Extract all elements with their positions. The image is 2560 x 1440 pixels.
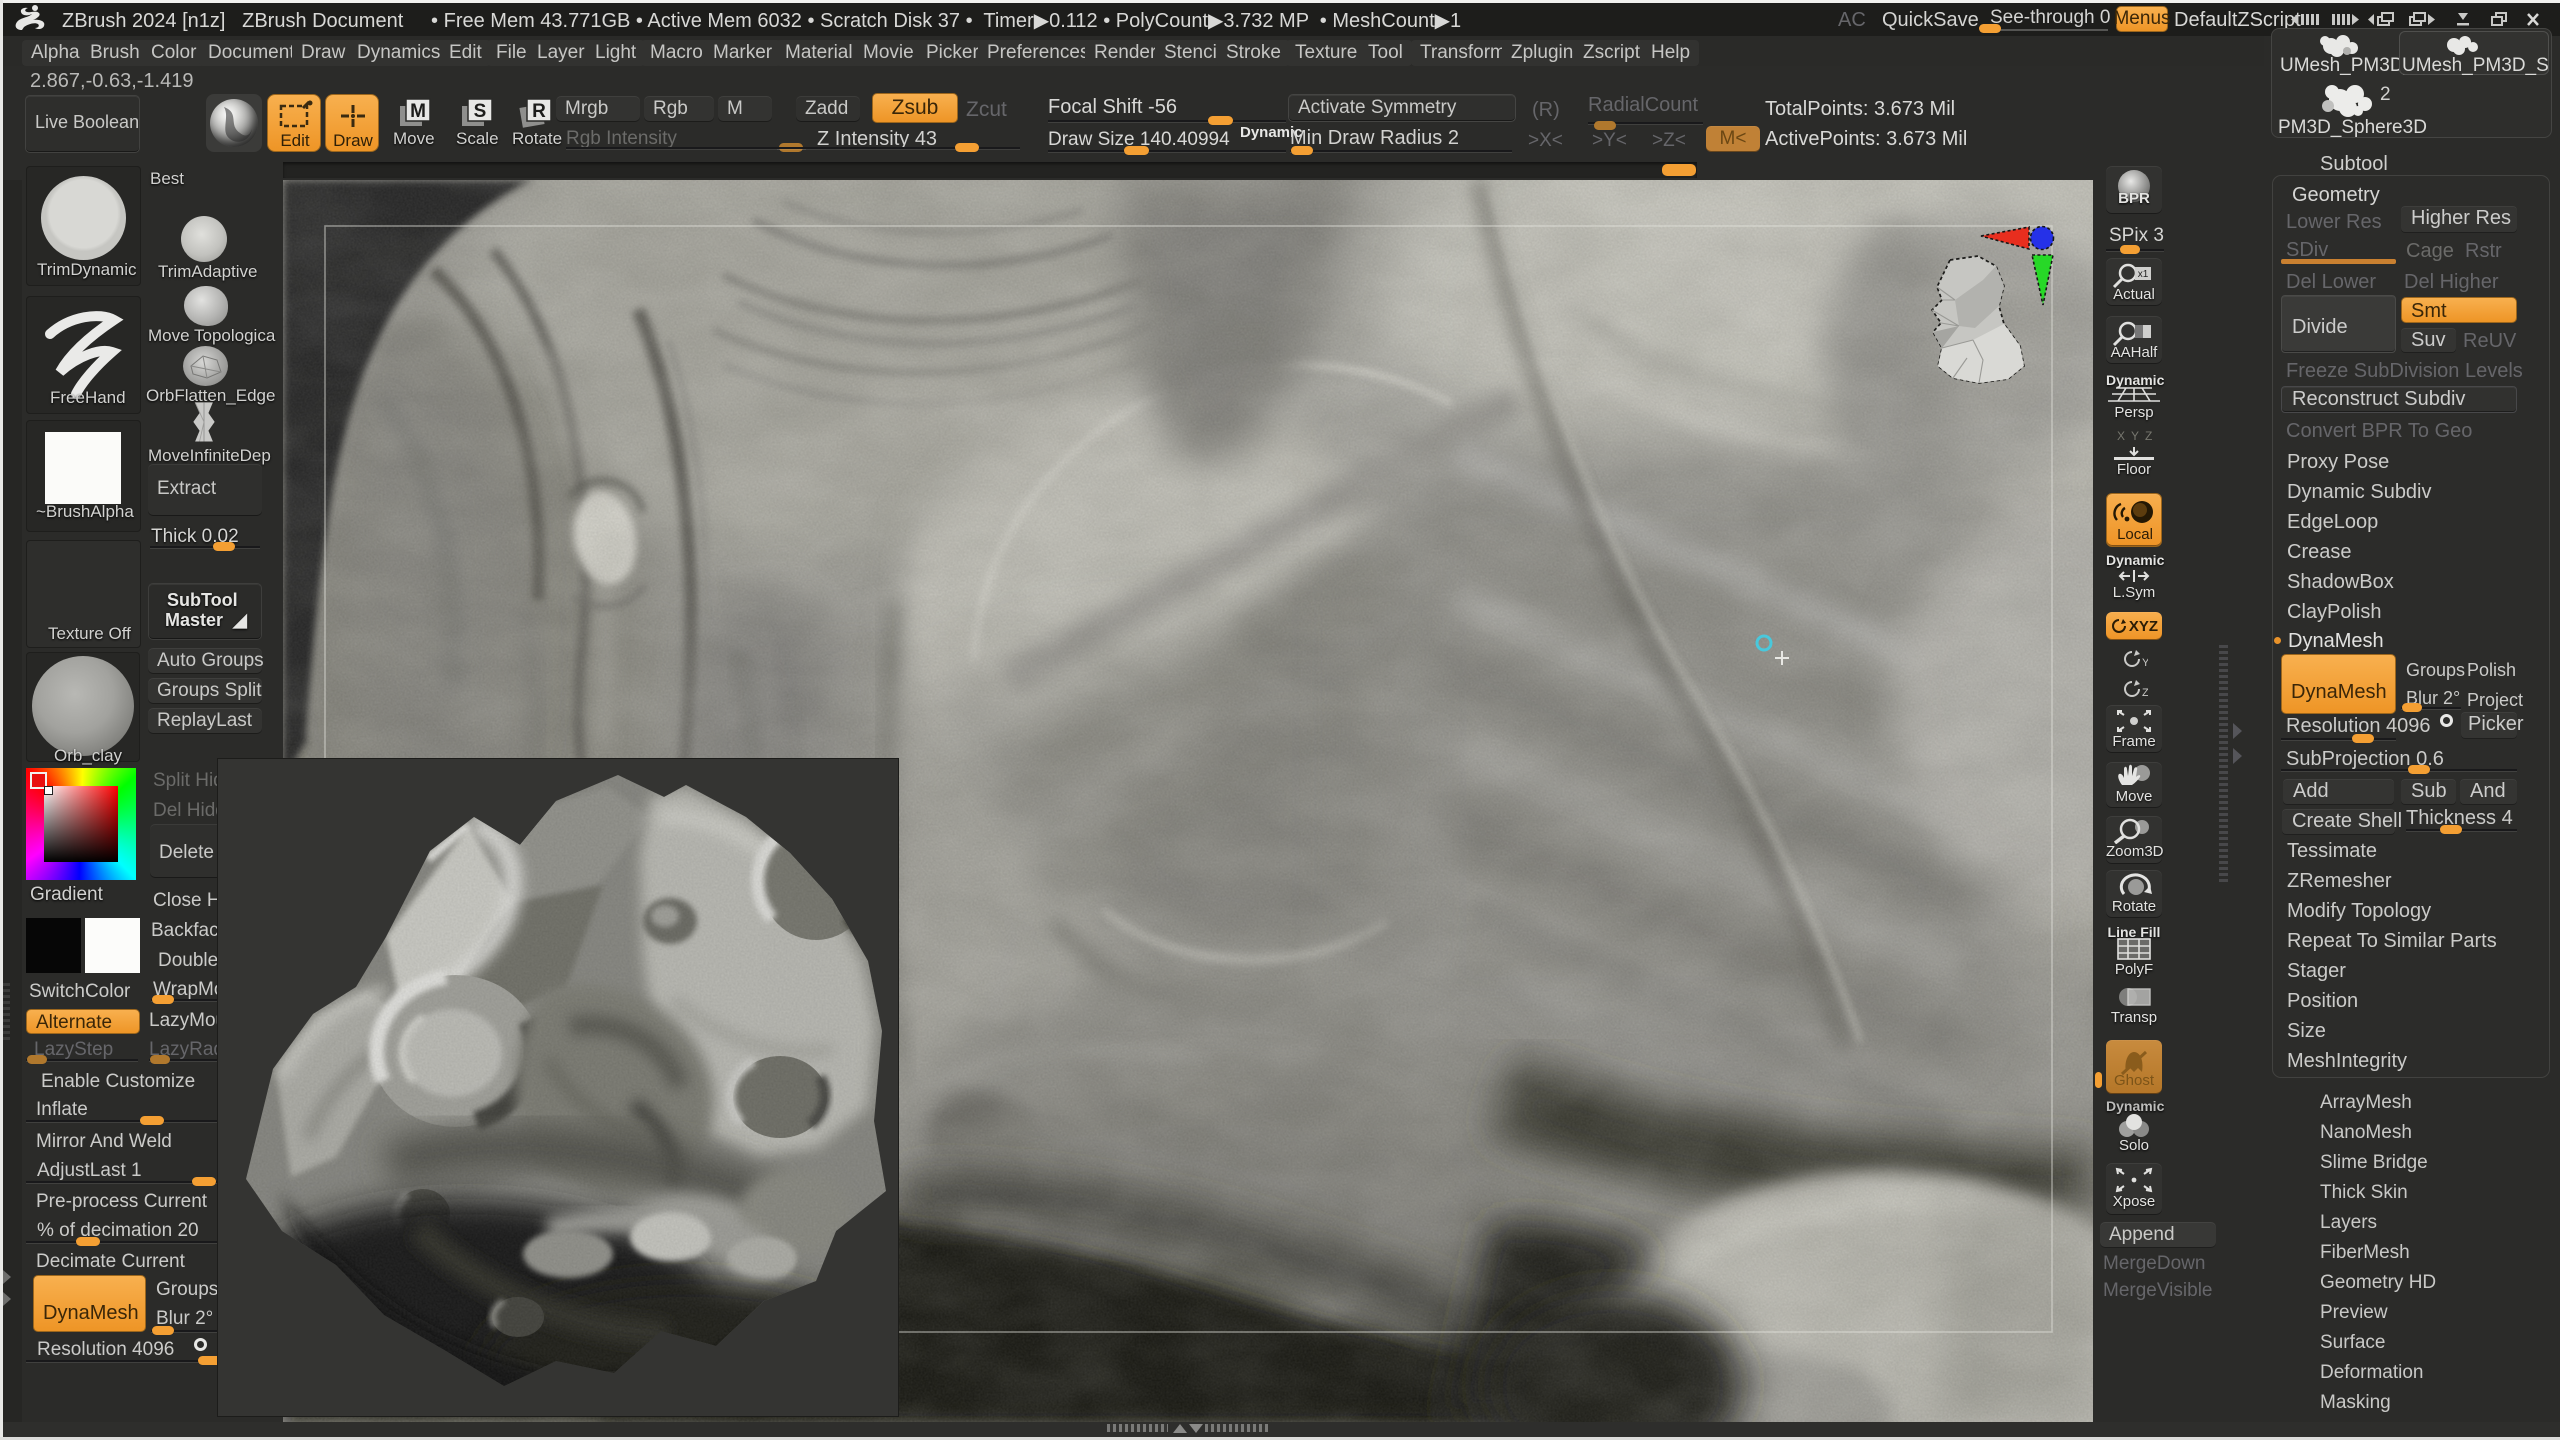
svg-text:R: R (532, 101, 546, 122)
svg-text:Z: Z (2142, 687, 2148, 699)
svg-text:M: M (410, 101, 426, 122)
svg-text:x1: x1 (2138, 269, 2149, 280)
svg-text:S: S (474, 101, 487, 122)
svg-text:Y: Y (2142, 657, 2148, 669)
